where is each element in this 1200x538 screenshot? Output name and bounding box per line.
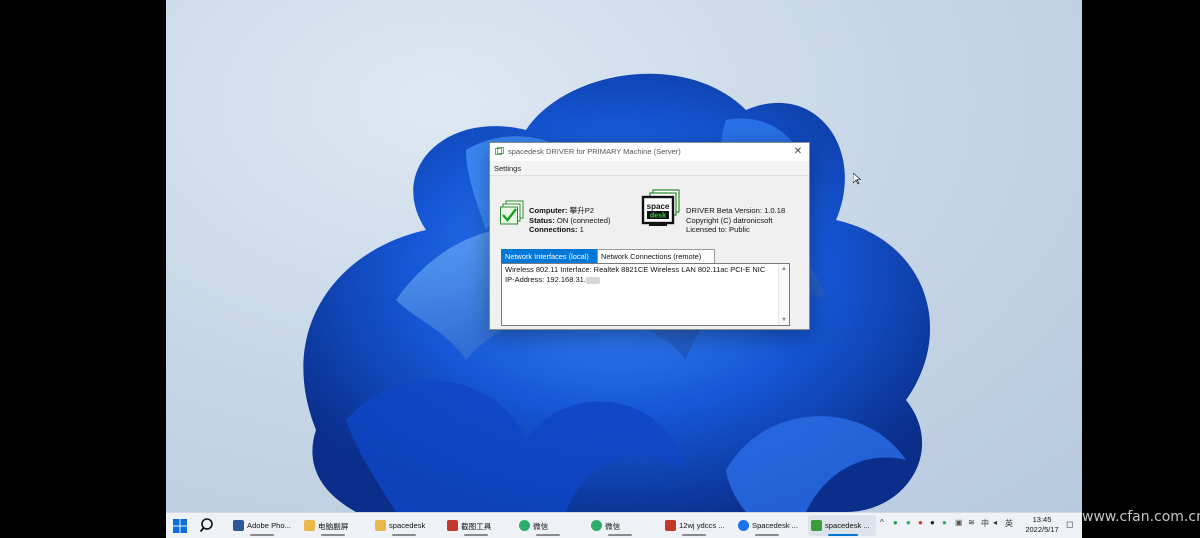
tray-spacedesk-icon[interactable]: ●	[893, 518, 898, 527]
spacedesk-icon	[811, 520, 822, 531]
license-text: Licensed to: Public	[686, 225, 750, 234]
running-indicator	[321, 534, 345, 536]
copyright-text: Copyright (C) datronicsoft	[686, 215, 773, 225]
connections-value: 1	[579, 225, 584, 234]
ip-address-text: IP-Address: 192.168.31.	[505, 275, 586, 284]
status-label: Status:	[529, 215, 555, 225]
taskbar-label: Spacedesk ...	[752, 521, 799, 530]
menu-bar: Settings	[490, 161, 809, 176]
clock-time: 13:45	[1032, 515, 1052, 524]
ip-address-line: IP-Address: 192.168.31.	[505, 275, 765, 285]
connections-label: Connections:	[529, 225, 578, 234]
taskbar-btn-folder-spacedesk[interactable]: spacedesk	[372, 515, 440, 536]
folder-icon	[375, 520, 386, 531]
photoshop-icon	[233, 520, 244, 531]
active-indicator	[828, 534, 858, 536]
computer-label: Computer:	[529, 206, 568, 215]
notification-icon[interactable]: ◻	[1066, 519, 1073, 530]
tray-weibo-icon[interactable]: ●	[918, 518, 923, 527]
spacedesk-logo: space desk	[641, 189, 680, 226]
taskbar-label: 微信	[605, 522, 621, 531]
wechat-icon	[591, 520, 602, 531]
taskbar-btn-wps[interactable]: 12wj ydccs ...	[662, 515, 730, 536]
ime-icon[interactable]: 中	[981, 518, 989, 529]
edge-icon	[738, 520, 749, 531]
logo-text-top: space	[647, 202, 670, 211]
tray-chevron-icon[interactable]: ^	[880, 518, 884, 527]
clock[interactable]: 13:45 2022/5/17	[1018, 515, 1066, 535]
redacted-ip-block	[585, 276, 600, 284]
tab-network-connections[interactable]: Network Connections (remote)	[597, 249, 715, 263]
tray-devices-icon[interactable]: ▣	[955, 518, 963, 527]
mouse-cursor-icon	[853, 173, 861, 185]
running-indicator	[755, 534, 779, 536]
scroll-down-icon[interactable]: ▼	[781, 317, 787, 323]
folder-icon	[304, 520, 315, 531]
taskbar-btn-wechat-1[interactable]: 微信	[516, 515, 584, 536]
running-indicator	[682, 534, 706, 536]
close-icon[interactable]: ✕	[791, 145, 805, 159]
running-indicator	[608, 534, 632, 536]
network-interfaces-list[interactable]: Wireless 802.11 Interface: Realtek 8821C…	[501, 263, 790, 326]
spacedesk-driver-window: spacedesk DRIVER for PRIMARY Machine (Se…	[489, 142, 810, 330]
status-value: ON (connected)	[556, 215, 611, 225]
wps-icon	[665, 520, 676, 531]
windows-start-icon[interactable]	[171, 516, 189, 535]
clock-date: 2022/5/17	[1025, 525, 1059, 534]
tray-wechat-2-icon[interactable]: ●	[942, 518, 947, 527]
taskbar-label: Adobe Pho...	[247, 521, 291, 530]
computer-value: 攀升P2	[569, 206, 594, 215]
tray-qq-icon[interactable]: ●	[930, 518, 935, 527]
driver-info: DRIVER Beta Version: 1.0.18 Copyright (C…	[686, 206, 785, 235]
taskbar-label: spacedesk ...	[825, 521, 870, 530]
language-icon[interactable]: 英	[1005, 518, 1013, 529]
letterbox-right	[1082, 0, 1200, 537]
taskbar-btn-snipping-tool[interactable]: 截图工具	[444, 515, 512, 536]
tab-network-interfaces[interactable]: Network Interfaces (local)	[501, 249, 601, 263]
taskbar-btn-wechat-2[interactable]: 微信	[588, 515, 656, 536]
running-indicator	[536, 534, 560, 536]
taskbar-label: spacedesk	[389, 521, 426, 530]
running-indicator	[392, 534, 416, 536]
volume-icon[interactable]: ◂	[993, 518, 997, 527]
taskbar-btn-photoshop[interactable]: Adobe Pho...	[230, 515, 298, 536]
window-body: Computer: 攀升P2 Status: ON (connected) Co…	[490, 176, 809, 329]
taskbar-label: 微信	[533, 522, 549, 531]
menu-settings[interactable]: Settings	[494, 164, 521, 173]
server-status-info: Computer: 攀升P2 Status: ON (connected) Co…	[529, 206, 610, 235]
window-titlebar[interactable]: spacedesk DRIVER for PRIMARY Machine (Se…	[490, 143, 809, 161]
logo-text-bottom: desk	[650, 213, 666, 220]
taskbar-label: 12wj ydccs ...	[679, 521, 725, 530]
taskbar-label: 截图工具	[461, 522, 492, 531]
running-indicator	[464, 534, 488, 536]
window-title: spacedesk DRIVER for PRIMARY Machine (Se…	[508, 147, 681, 156]
connected-check-icon	[500, 200, 524, 225]
running-indicator	[250, 534, 274, 536]
taskbar-btn-folder-secondscreen[interactable]: 电脑副屏	[301, 515, 369, 536]
spacedesk-app-icon	[495, 147, 504, 155]
watermark: www.cfan.com.cn	[1082, 509, 1200, 525]
taskbar: Adobe Pho... 电脑副屏 spacedesk 截图工具 微信 微信 1…	[166, 512, 1082, 538]
tray-wechat-icon[interactable]: ●	[906, 518, 911, 527]
interface-line: Wireless 802.11 Interface: Realtek 8821C…	[505, 265, 766, 274]
vertical-scrollbar[interactable]: ▲ ▼	[778, 264, 789, 325]
snipping-tool-icon	[447, 520, 458, 531]
taskbar-btn-spacedesk-active[interactable]: spacedesk ...	[808, 515, 876, 536]
scroll-up-icon[interactable]: ▲	[781, 266, 787, 272]
wifi-icon[interactable]: ≋	[968, 518, 975, 527]
taskbar-btn-edge[interactable]: Spacedesk ...	[735, 515, 803, 536]
wechat-icon	[519, 520, 530, 531]
search-icon[interactable]	[199, 516, 217, 535]
letterbox-left	[0, 0, 166, 537]
driver-version: DRIVER Beta Version: 1.0.18	[686, 206, 786, 215]
taskbar-label: 电脑副屏	[318, 522, 349, 531]
